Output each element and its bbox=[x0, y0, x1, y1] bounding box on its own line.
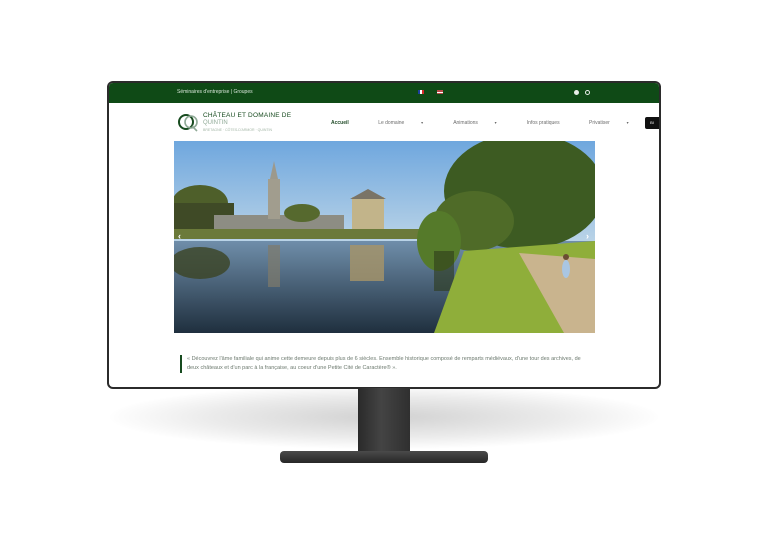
chevron-down-icon: ▼ bbox=[625, 121, 630, 125]
main-nav: Accueil Le domaine ▼ Animations ▼ Infos pr… bbox=[331, 120, 657, 126]
monitor-frame: Séminaires d'entreprise | Groupes CHÂTEA… bbox=[107, 81, 661, 389]
slider-prev-arrow[interactable]: ‹ bbox=[178, 231, 181, 241]
nav-item-le-domaine[interactable]: Le domaine ▼ bbox=[378, 120, 438, 126]
brand-tagline: BRETAGNE · CÔTES-D'ARMOR · QUINTIN bbox=[203, 128, 273, 132]
side-booking-tab[interactable]: BI bbox=[645, 117, 659, 129]
hero-photo bbox=[174, 141, 595, 333]
monitor-stand-base bbox=[280, 451, 488, 463]
english-flag-icon[interactable] bbox=[437, 90, 443, 94]
chevron-down-icon: ▼ bbox=[420, 121, 424, 125]
top-bar: Séminaires d'entreprise | Groupes bbox=[109, 83, 659, 103]
website-screen: Séminaires d'entreprise | Groupes CHÂTEA… bbox=[109, 83, 659, 387]
intro-quote: « Découvrez l'âme familiale qui anime ce… bbox=[180, 355, 587, 373]
brand-subtitle: QUINTIN bbox=[203, 120, 228, 126]
chevron-down-icon: ▼ bbox=[493, 121, 498, 125]
monitor-stand-neck bbox=[358, 388, 410, 454]
hero-slider[interactable]: ‹ › bbox=[174, 141, 595, 333]
site-header: CHÂTEAU ET DOMAINE DE QUINTIN BRETAGNE ·… bbox=[109, 103, 659, 141]
facebook-icon[interactable] bbox=[574, 90, 579, 95]
french-flag-icon[interactable] bbox=[418, 90, 424, 94]
slider-next-arrow[interactable]: › bbox=[586, 231, 589, 241]
nav-item-animations[interactable]: Animations ▼ bbox=[453, 120, 511, 126]
brand-name[interactable]: CHÂTEAU ET DOMAINE DE bbox=[203, 112, 291, 119]
nav-item-infos-pratiques[interactable]: Infos pratiques bbox=[527, 120, 574, 126]
nav-item-accueil[interactable]: Accueil bbox=[331, 120, 363, 126]
instagram-icon[interactable] bbox=[585, 90, 590, 95]
top-links[interactable]: Séminaires d'entreprise | Groupes bbox=[177, 89, 253, 95]
nav-item-privatiser[interactable]: Privatiser ▼ bbox=[589, 120, 643, 126]
monogram-logo-icon[interactable] bbox=[177, 111, 199, 133]
